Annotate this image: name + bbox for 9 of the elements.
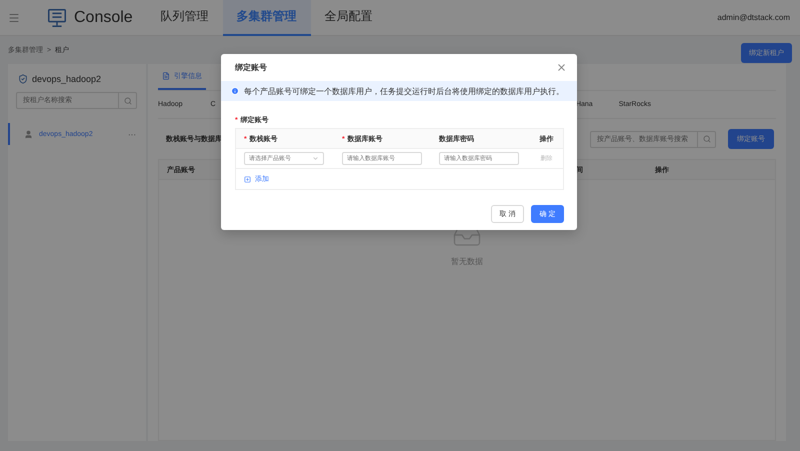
more-menu[interactable]: ··· [128, 130, 136, 138]
sidebar-title: devops_hadoop2 [32, 74, 102, 84]
nav-tab[interactable]: 全局配置 [310, 0, 387, 36]
nav-tab[interactable]: 队列管理 [146, 0, 223, 36]
alert-text: 每个产品账号可绑定一个数据库用户，任务提交运行时后台将使用绑定的数据库用户执行。 [244, 86, 564, 96]
dialog-title: 绑定账号 [235, 62, 267, 73]
app-title: Console [74, 8, 133, 26]
user-email[interactable]: admin@dtstack.com [717, 13, 790, 22]
nav-tab[interactable]: 多集群管理 [222, 0, 311, 36]
